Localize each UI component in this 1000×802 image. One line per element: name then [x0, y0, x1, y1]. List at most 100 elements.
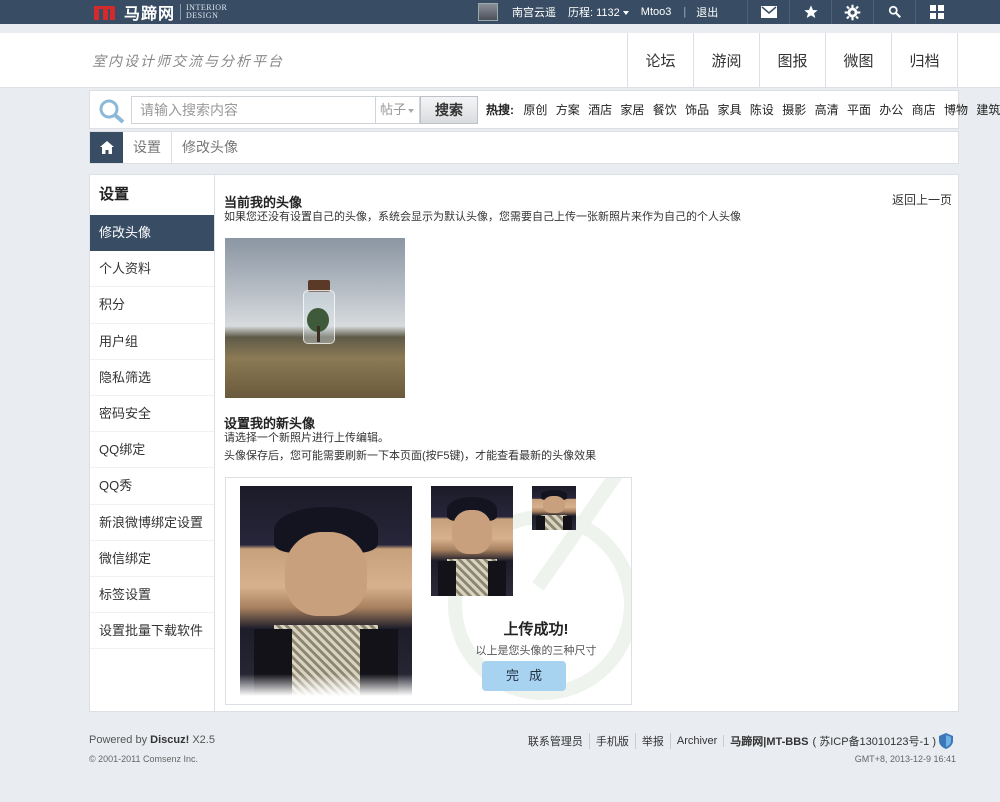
nav-item-archive[interactable]: 归档	[892, 33, 958, 88]
hot-search-link[interactable]: 家居	[620, 103, 644, 117]
mtoo-link[interactable]: Mtoo3	[641, 6, 672, 18]
tree-trunk	[317, 326, 320, 342]
avatar-upload-box: 上传成功! 以上是您头像的三种尺寸 完成	[225, 477, 632, 705]
sidebar-item-qq-show[interactable]: QQ秀	[90, 468, 214, 505]
hot-search-link[interactable]: 方案	[556, 103, 580, 117]
search-type-label: 帖子	[380, 102, 407, 117]
nav-item-browse[interactable]: 游阅	[694, 33, 760, 88]
history-label: 历程: 1132	[568, 7, 620, 19]
sidebar-item-weibo-bind[interactable]: 新浪微博绑定设置	[90, 505, 214, 541]
report-link[interactable]: 举报	[636, 733, 671, 749]
hot-search-link[interactable]: 原创	[523, 103, 547, 117]
hot-search-link[interactable]: 建筑	[976, 103, 1000, 117]
sidebar-item-avatar[interactable]: 修改头像	[90, 215, 214, 252]
chevron-down-icon	[408, 108, 415, 113]
avatar-vest-left	[535, 515, 546, 530]
new-avatar-desc-1: 请选择一个新照片进行上传编辑。	[224, 432, 389, 444]
hot-searches: 热搜: 原创 方案 酒店 家居 餐饮 饰品 家具 陈设 摄影 高清 平面 办公 …	[486, 101, 1000, 118]
header: 室内设计师交流与分析平台 论坛 游阅 图报 微图 归档	[0, 33, 1000, 88]
copyright: © 2001-2011 Comsenz Inc.	[89, 754, 199, 764]
history-dropdown[interactable]: 历程: 1132	[568, 4, 629, 20]
nav-item-micro-image[interactable]: 微图	[826, 33, 892, 88]
hot-search-link[interactable]: 家具	[718, 103, 742, 117]
avatar-face	[284, 532, 368, 617]
sidebar-item-password[interactable]: 密码安全	[90, 396, 214, 433]
star-icon	[803, 5, 818, 18]
top-search-button[interactable]	[873, 0, 915, 24]
search-input[interactable]: 请输入搜索内容	[131, 96, 376, 124]
logo-divider	[180, 4, 182, 20]
mobile-link[interactable]: 手机版	[590, 733, 636, 749]
search-icon	[99, 99, 125, 124]
sidebar-item-profile[interactable]: 个人资料	[90, 251, 214, 288]
sidebar-item-credits[interactable]: 积分	[90, 287, 214, 324]
hot-searches-label: 热搜:	[486, 103, 514, 117]
sidebar-item-qq-bind[interactable]: QQ绑定	[90, 432, 214, 469]
apps-button[interactable]	[915, 0, 957, 24]
current-avatar-desc: 如果您还没有设置自己的头像，系统会显示为默认头像，您需要自己上传一张新照片来作为…	[224, 211, 741, 223]
main-nav: 论坛 游阅 图报 微图 归档	[627, 33, 958, 88]
hot-search-link[interactable]: 平面	[847, 103, 871, 117]
username-link[interactable]: 南宫云遥	[512, 4, 556, 20]
new-avatar-desc-2: 头像保存后，您可能需要刷新一下本页面(按F5键)，才能查看最新的头像效果	[224, 450, 597, 462]
hot-search-link[interactable]: 高清	[815, 103, 839, 117]
logout-link[interactable]: 退出	[696, 4, 718, 20]
search-type-select[interactable]: 帖子	[376, 96, 420, 124]
breadcrumb-settings[interactable]: 设置	[123, 132, 172, 163]
search-button[interactable]: 搜索	[420, 96, 478, 124]
back-link[interactable]: 返回上一页	[892, 191, 952, 208]
breadcrumb-current[interactable]: 修改头像	[172, 132, 248, 163]
avatar-vest-right	[562, 515, 573, 530]
sidebar-item-usergroup[interactable]: 用户组	[90, 324, 214, 360]
done-button[interactable]: 完成	[482, 661, 566, 691]
site-name-link[interactable]: 马蹄网|MT-BBS	[724, 733, 812, 749]
nav-item-forum[interactable]: 论坛	[628, 33, 694, 88]
gear-icon	[844, 4, 861, 20]
settings-button[interactable]	[831, 0, 873, 24]
sidebar-item-wechat-bind[interactable]: 微信绑定	[90, 541, 214, 577]
site-slogan: 室内设计师交流与分析平台	[92, 54, 284, 70]
home-button[interactable]	[90, 132, 123, 163]
server-time: GMT+8, 2013-12-9 16:41	[854, 754, 956, 764]
hot-search-link[interactable]: 餐饮	[653, 103, 677, 117]
archiver-link[interactable]: Archiver	[671, 735, 725, 747]
contact-admin-link[interactable]: 联系管理员	[522, 733, 590, 749]
search-icon	[888, 5, 901, 18]
upload-success-subtitle: 以上是您头像的三种尺寸	[475, 645, 597, 657]
mail-icon	[760, 6, 777, 18]
sidebar-item-tags[interactable]: 标签设置	[90, 577, 214, 614]
avatar-face	[452, 510, 492, 555]
logo-subtitle: INTERIOR DESIGN	[186, 4, 227, 20]
hot-search-link[interactable]: 酒店	[588, 103, 612, 117]
separator: |	[683, 6, 687, 18]
shield-icon[interactable]	[939, 733, 953, 749]
hot-search-link[interactable]: 饰品	[685, 103, 709, 117]
user-area: 南宫云遥 历程: 1132 Mtoo3 | 退出	[478, 0, 730, 24]
nav-item-report[interactable]: 图报	[760, 33, 826, 88]
avatar-vest-right	[488, 560, 507, 596]
user-avatar[interactable]	[478, 3, 498, 21]
home-icon	[99, 141, 114, 154]
sidebar-item-download-software[interactable]: 设置批量下载软件	[90, 613, 214, 650]
avatar-preview-small	[532, 486, 576, 530]
discuz-link[interactable]: Discuz!	[150, 734, 189, 746]
powered-by: Powered by Discuz! X2.5	[89, 734, 215, 746]
breadcrumb: 设置 修改头像	[89, 131, 959, 164]
favorite-button[interactable]	[789, 0, 831, 24]
grid-icon	[929, 5, 944, 19]
avatar-preview-medium	[431, 486, 513, 596]
settings-sidebar: 设置 修改头像 个人资料 积分 用户组 隐私筛选 密码安全 QQ绑定 QQ秀 新…	[90, 175, 215, 711]
current-avatar-image	[225, 238, 405, 398]
site-logo[interactable]: 马蹄网 INTERIOR DESIGN	[94, 2, 227, 23]
sidebar-item-privacy[interactable]: 隐私筛选	[90, 360, 214, 396]
powered-by-prefix: Powered by	[89, 734, 151, 746]
hot-search-link[interactable]: 商店	[912, 103, 936, 117]
hot-search-link[interactable]: 摄影	[782, 103, 806, 117]
icp-link[interactable]: ( 苏ICP备13010123号-1 )	[813, 733, 937, 749]
top-bar: 马蹄网 INTERIOR DESIGN 南宫云遥 历程: 1132 Mtoo3 …	[0, 0, 1000, 24]
hot-search-link[interactable]: 博物	[944, 103, 968, 117]
upload-success-title: 上传成功!	[503, 621, 569, 638]
mail-button[interactable]	[747, 0, 789, 24]
hot-search-link[interactable]: 陈设	[750, 103, 774, 117]
hot-search-link[interactable]: 办公	[879, 103, 903, 117]
